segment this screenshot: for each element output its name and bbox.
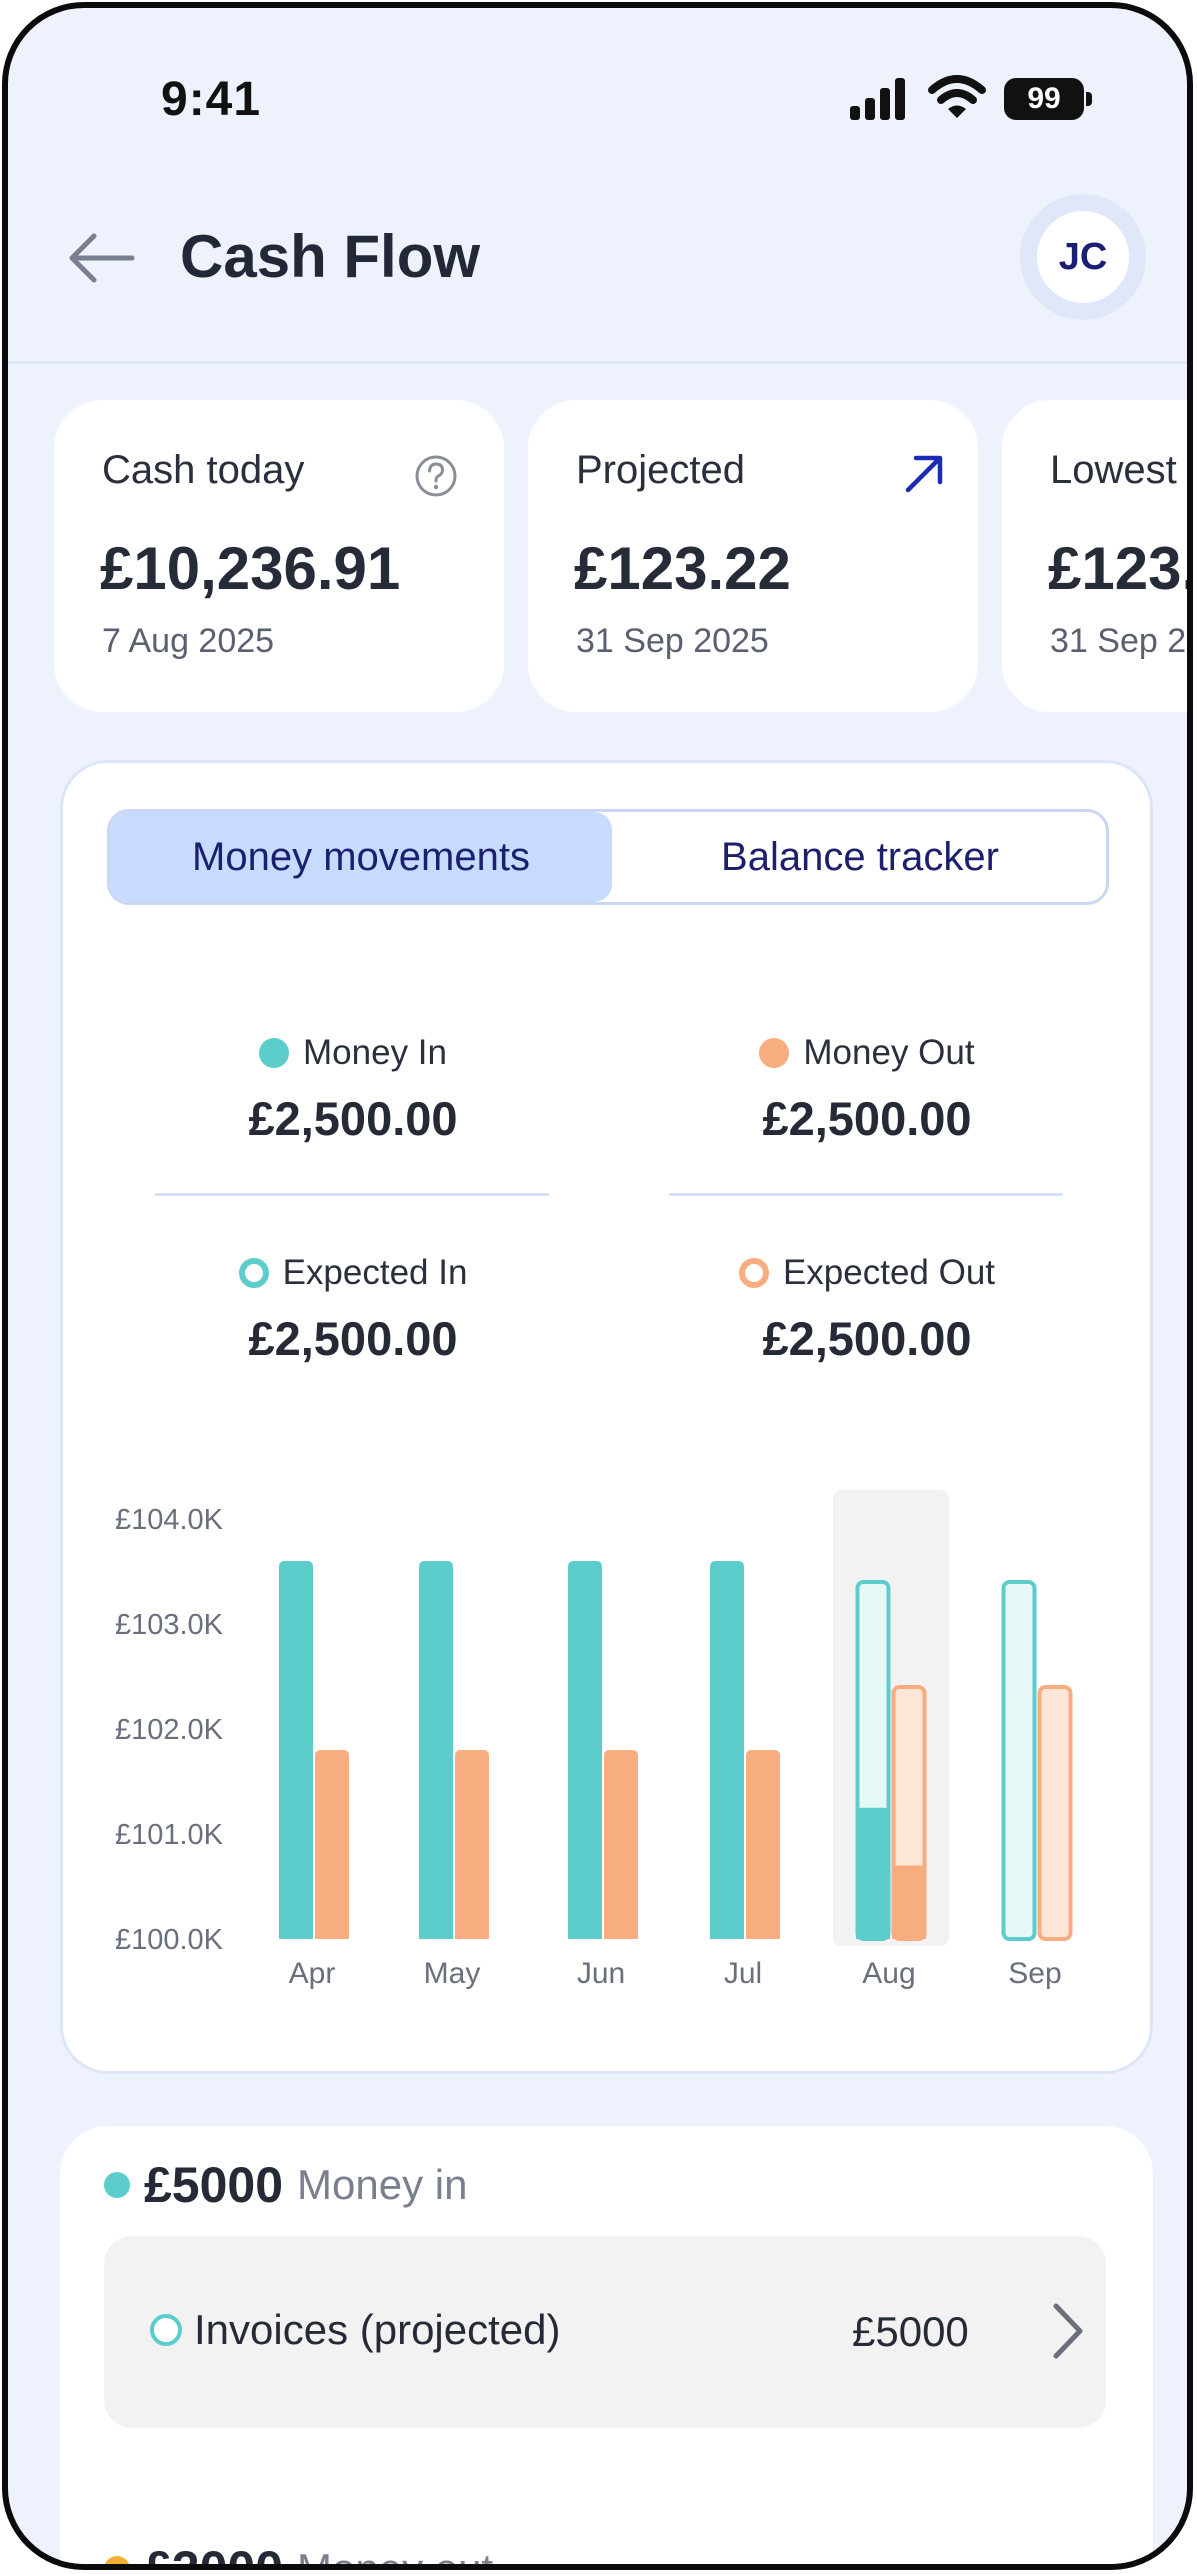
bar-expected-out <box>1037 1685 1073 1941</box>
money-out-group-header: £2000 Money out <box>104 2540 494 2570</box>
bar-money-out <box>604 1750 638 1939</box>
arrow-up-right-icon[interactable] <box>902 452 946 496</box>
transactions-panel: £5000 Money in Invoices (projected) £500… <box>60 2126 1153 2570</box>
metric-value: £2,500.00 <box>248 1092 458 1145</box>
card-value: £123.22 <box>574 535 791 602</box>
phone-frame: 9:41 99 Cash Flow JC Cash today £10,236.… <box>2 2 1193 2570</box>
bar-money-out <box>892 1865 926 1939</box>
avatar-ring: JC <box>1020 194 1146 320</box>
status-bar: 9:41 99 <box>8 8 1187 158</box>
battery-icon: 99 <box>1004 78 1092 120</box>
y-tick-label: £103.0K <box>115 1609 224 1641</box>
bar-money-out <box>746 1750 780 1939</box>
bar-expected-in <box>1001 1580 1037 1941</box>
x-tick-label: Sep <box>1008 1957 1061 1990</box>
x-tick-label: Aug <box>862 1957 915 1990</box>
money-in-dot-icon <box>259 1038 290 1068</box>
y-tick-label: £100.0K <box>115 1924 224 1956</box>
expected-in-ring-icon <box>238 1258 269 1288</box>
transaction-amount: £5000 <box>852 2308 969 2355</box>
card-label: Cash today <box>102 448 305 492</box>
metric-label: Expected Out <box>782 1253 996 1292</box>
y-tick-label: £104.0K <box>115 1504 224 1536</box>
metric-expected-in: Expected In £2,500.00 <box>153 1251 553 1366</box>
metric-value: £2,500.00 <box>762 1092 972 1145</box>
expected-out-ring-icon <box>738 1258 769 1288</box>
tab-money-movements[interactable]: Money movements <box>110 812 612 902</box>
metric-label: Money In <box>303 1033 447 1072</box>
metric-value: £2,500.00 <box>762 1312 972 1365</box>
y-tick-label: £101.0K <box>115 1819 224 1851</box>
metric-label: Money Out <box>803 1033 975 1072</box>
transaction-label: Invoices (projected) <box>194 2306 561 2353</box>
page-title: Cash Flow <box>180 223 481 290</box>
bar-money-in <box>419 1561 453 1939</box>
avatar[interactable]: JC <box>1037 211 1129 303</box>
summary-card-cash-today[interactable]: Cash today £10,236.91 7 Aug 2025 <box>54 400 504 712</box>
highlighted-month-background <box>833 1490 949 1946</box>
x-tick-label: Jul <box>724 1957 762 1990</box>
bar-money-in <box>856 1807 890 1939</box>
y-tick-label: £102.0K <box>115 1714 224 1746</box>
money-in-group-header: £5000 Money in <box>104 2156 467 2214</box>
divider <box>669 1193 1063 1196</box>
metric-expected-out: Expected Out £2,500.00 <box>667 1251 1067 1366</box>
metric-value: £2,500.00 <box>248 1312 458 1365</box>
card-value: £123. <box>1048 535 1193 602</box>
summary-cards: Cash today £10,236.91 7 Aug 2025 Project… <box>8 400 1187 712</box>
group-label: Money out <box>297 2545 494 2570</box>
summary-card-projected[interactable]: Projected £123.22 31 Sep 2025 <box>528 400 978 712</box>
card-label: Lowest <box>1050 448 1177 492</box>
bar-money-out <box>315 1750 349 1939</box>
x-tick-label: Apr <box>289 1957 336 1990</box>
group-amount: £2000 <box>144 2541 284 2570</box>
arrow-left-icon[interactable] <box>66 228 136 288</box>
group-label: Money in <box>297 2161 468 2208</box>
group-amount: £5000 <box>144 2157 284 2213</box>
money-movements-bar-chart: £104.0K £103.0K £102.0K £101.0K £100.0K Apr Ma… <box>115 1490 1073 1990</box>
bar-money-in <box>279 1561 313 1939</box>
chevron-right-icon <box>1053 2303 1083 2359</box>
bar-money-in <box>710 1561 744 1939</box>
expected-in-ring-icon <box>150 2314 182 2346</box>
transaction-row-invoices[interactable]: Invoices (projected) £5000 <box>104 2236 1106 2428</box>
x-tick-label: May <box>424 1957 481 1990</box>
metric-label: Expected In <box>282 1253 468 1292</box>
cash-flow-chart-panel: Money movements Balance tracker Money In… <box>60 760 1153 2074</box>
card-value: £10,236.91 <box>100 535 401 602</box>
view-toggle: Money movements Balance tracker <box>107 809 1109 905</box>
card-date: 31 Sep 20 <box>1050 622 1193 660</box>
money-in-dot-icon <box>104 2172 130 2198</box>
status-time: 9:41 <box>161 73 262 126</box>
divider <box>155 1193 549 1196</box>
card-label: Projected <box>576 448 745 492</box>
tab-balance-tracker[interactable]: Balance tracker <box>612 812 1106 902</box>
money-out-dot-icon <box>104 2556 130 2564</box>
app-header: Cash Flow JC <box>8 168 1187 364</box>
battery-level: 99 <box>1004 78 1084 120</box>
card-date: 7 Aug 2025 <box>102 622 275 660</box>
help-circle-icon[interactable] <box>414 454 458 498</box>
bar-money-out <box>455 1750 489 1939</box>
bar-money-in <box>568 1561 602 1939</box>
metric-money-in: Money In £2,500.00 <box>153 1031 553 1146</box>
money-out-dot-icon <box>759 1038 790 1068</box>
wifi-icon <box>928 75 986 118</box>
card-date: 31 Sep 2025 <box>576 622 769 660</box>
metric-money-out: Money Out £2,500.00 <box>667 1031 1067 1146</box>
summary-card-lowest[interactable]: Lowest £123. 31 Sep 20 <box>1002 400 1193 712</box>
x-tick-label: Jun <box>577 1957 625 1990</box>
signal-icon <box>850 78 905 120</box>
